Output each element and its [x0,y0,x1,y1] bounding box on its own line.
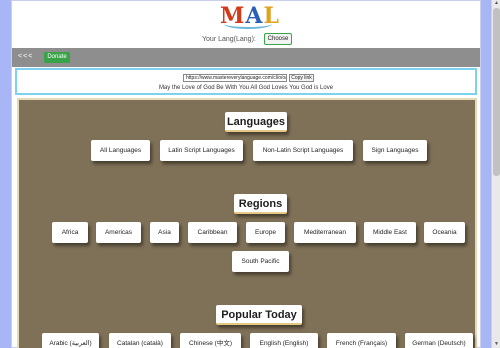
toolbar: <<< Donate [12,48,480,67]
language-filter-sign[interactable]: Sign Languages [363,140,427,161]
language-filter-all[interactable]: All Languages [91,140,150,161]
popular-language-chinese[interactable]: Chinese (中文) [180,333,241,348]
region-europe[interactable]: Europe [246,222,285,243]
region-asia[interactable]: Asia [150,222,179,243]
language-filter-non-latin[interactable]: Non-Latin Script Languages [253,140,353,161]
language-filter-latin[interactable]: Latin Script Languages [160,140,243,161]
region-caribbean[interactable]: Caribbean [188,222,237,243]
region-americas[interactable]: Americas [96,222,141,243]
choose-language-button[interactable]: Choose [264,33,292,45]
popular-language-french[interactable]: French (Français) [327,333,396,348]
scroll-up-arrow-icon[interactable]: ▲ [493,0,500,7]
back-button[interactable]: <<< [18,53,33,60]
site-header: MAL Your Lang(Lang): Choose [12,1,480,47]
popular-today-heading: Popular Today [216,305,302,325]
share-url-field[interactable]: https://www.mastereverylanguage.com/cl/o… [183,74,287,82]
donate-button[interactable]: Donate [44,52,70,63]
languages-heading: Languages [225,112,287,132]
popular-language-german[interactable]: German (Deutsch) [405,333,473,348]
region-mediterranean[interactable]: Mediterranean [294,222,356,243]
main-content: Languages All Languages Latin Script Lan… [17,98,477,348]
page-container: MAL Your Lang(Lang): Choose <<< Donate h… [11,0,481,348]
region-oceania[interactable]: Oceania [424,222,465,243]
copy-link-button[interactable]: Copy link [289,74,314,82]
scrollbar-thumb[interactable] [493,8,500,176]
popular-language-english[interactable]: English (English) [250,333,318,348]
logo-swoosh-icon [224,19,272,29]
region-middle-east[interactable]: Middle East [364,222,416,243]
popular-language-arabic[interactable]: Arabic (العربية) [42,333,99,348]
page-scrollbar[interactable]: ▲ ▼ [491,0,500,348]
popular-language-catalan[interactable]: Catalan (català) [109,333,171,348]
motto-text: May the Love of God Be With You All God … [158,85,334,91]
region-africa[interactable]: Africa [52,222,88,243]
share-box: https://www.mastereverylanguage.com/cl/o… [15,68,477,95]
regions-heading: Regions [234,194,287,214]
language-label: Your Lang(Lang): [202,36,256,43]
region-south-pacific[interactable]: South Pacific [232,251,289,272]
scroll-down-arrow-icon[interactable]: ▼ [493,341,500,348]
language-selector-row: Your Lang(Lang): Choose [12,33,480,47]
